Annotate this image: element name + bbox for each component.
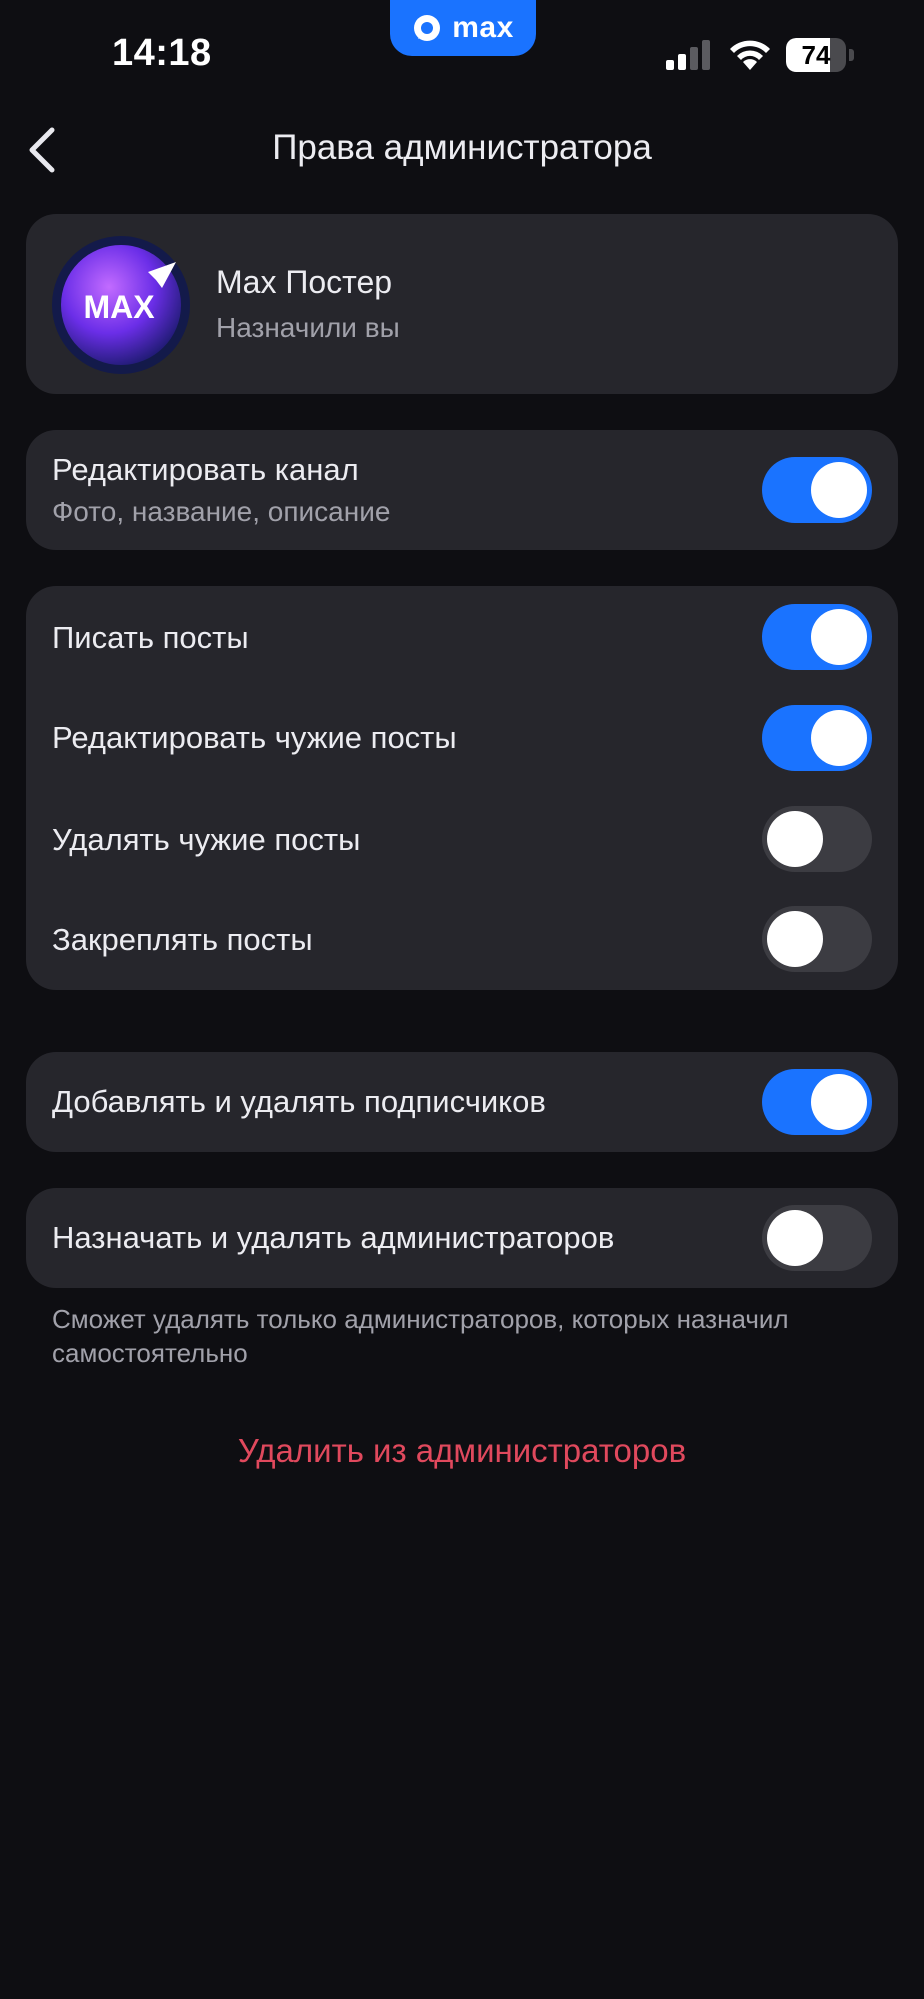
battery-icon: 74	[786, 38, 856, 72]
subscribers-permission-card: Добавлять и удалять подписчиков	[26, 1052, 898, 1152]
permission-manage-subscribers[interactable]: Добавлять и удалять подписчиков	[26, 1052, 898, 1152]
toggle-knob	[811, 710, 867, 766]
toggle-knob	[811, 1074, 867, 1130]
permission-label: Редактировать канал	[52, 452, 359, 487]
status-time: 14:18	[112, 32, 212, 74]
toggle-knob	[811, 609, 867, 665]
permission-edit-others-posts[interactable]: Редактировать чужие посты	[26, 688, 898, 788]
admins-hint: Сможет удалять только администраторов, к…	[52, 1304, 789, 1368]
edit-channel-toggle[interactable]	[762, 457, 872, 523]
toggle-knob	[811, 462, 867, 518]
pin-posts-toggle[interactable]	[762, 906, 872, 972]
permission-label: Назначать и удалять администраторов	[52, 1220, 615, 1255]
write-posts-toggle[interactable]	[762, 604, 872, 670]
avatar: MAX	[52, 236, 190, 374]
avatar-text: MAX	[83, 289, 155, 325]
permission-manage-admins[interactable]: Назначать и удалять администраторов	[26, 1188, 898, 1288]
manage-subscribers-toggle[interactable]	[762, 1069, 872, 1135]
permission-label: Редактировать чужие посты	[52, 720, 457, 755]
permission-label: Закреплять посты	[52, 922, 313, 957]
status-bar: 14:18 max 74	[0, 0, 924, 110]
permission-label: Добавлять и удалять подписчиков	[52, 1084, 546, 1119]
wifi-icon	[730, 40, 770, 70]
page-title: Права администратора	[272, 128, 652, 167]
permission-pin-posts[interactable]: Закреплять посты	[26, 890, 898, 990]
permission-write-posts[interactable]: Писать посты	[26, 586, 898, 688]
app-badge[interactable]: max	[390, 0, 536, 56]
permission-label: Писать посты	[52, 620, 249, 655]
manage-admins-toggle[interactable]	[762, 1205, 872, 1271]
admin-name: Max Постер	[216, 264, 393, 300]
permission-subtitle: Фото, название, описание	[52, 496, 391, 527]
toggle-knob	[767, 911, 823, 967]
toggle-knob	[767, 1210, 823, 1266]
max-logo-icon	[414, 15, 441, 41]
edit-others-posts-toggle[interactable]	[762, 705, 872, 771]
toggle-knob	[767, 811, 823, 867]
admin-profile-card: MAX Max Постер Назначили вы	[26, 214, 898, 394]
remove-admin-button[interactable]: Удалить из администраторов	[0, 1432, 924, 1470]
edit-channel-card: Редактировать канал Фото, название, опис…	[26, 430, 898, 550]
admins-permission-card: Назначать и удалять администраторов	[26, 1188, 898, 1288]
battery-level: 74	[801, 39, 831, 70]
admin-assigned-by: Назначили вы	[216, 312, 400, 343]
app-badge-label: max	[452, 11, 514, 44]
navigation-bar: Права администратора	[0, 112, 924, 188]
cellular-signal-icon	[666, 40, 710, 70]
permission-label: Удалять чужие посты	[52, 822, 361, 857]
posts-permissions-card: Писать посты Редактировать чужие посты У…	[26, 586, 898, 990]
permission-edit-channel[interactable]: Редактировать канал Фото, название, опис…	[26, 430, 898, 550]
delete-others-posts-toggle[interactable]	[762, 806, 872, 872]
permission-delete-others-posts[interactable]: Удалять чужие посты	[26, 788, 898, 890]
